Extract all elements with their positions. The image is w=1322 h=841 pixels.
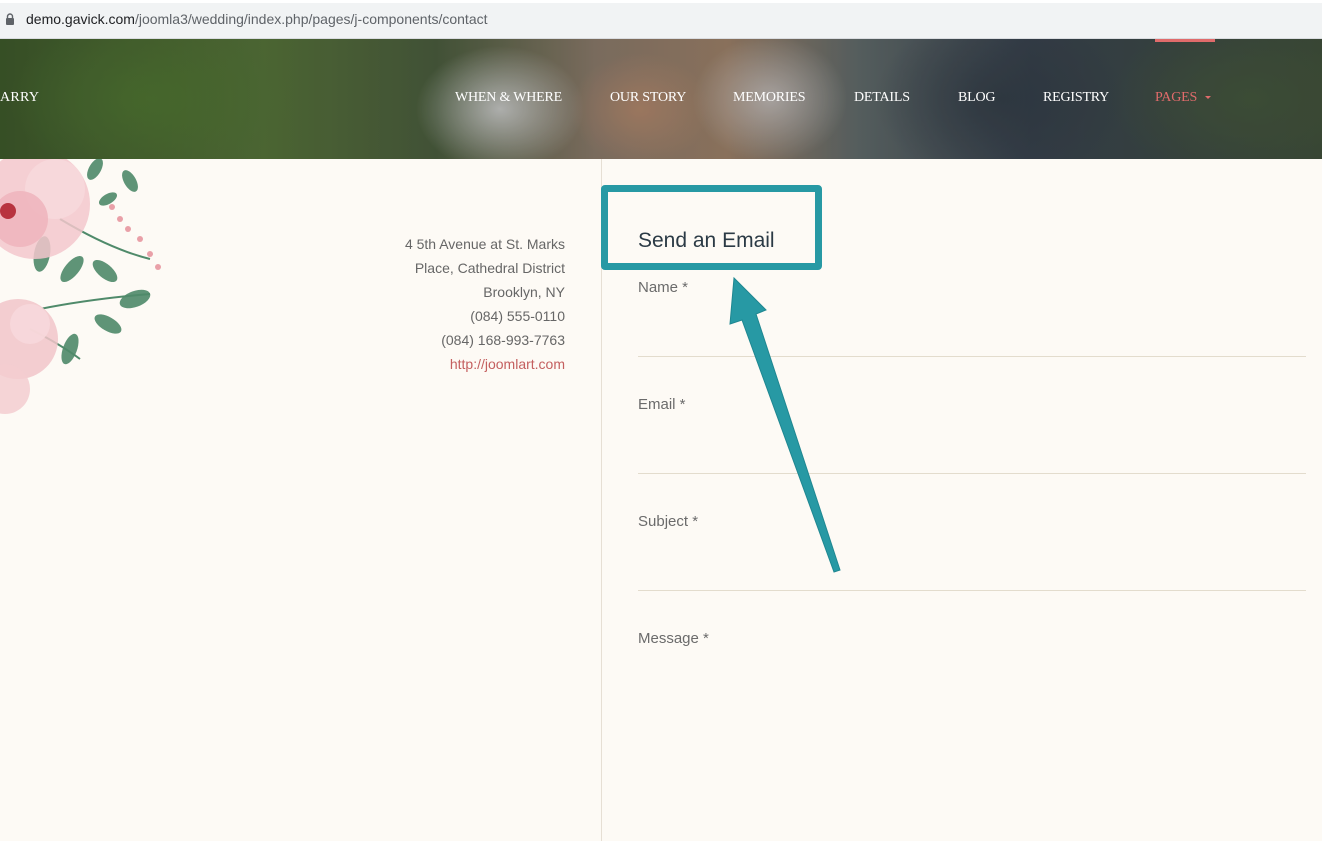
- nav-pages-label: PAGES: [1155, 90, 1198, 105]
- floral-decoration: [0, 159, 161, 414]
- address-line-1: 4 5th Avenue at St. Marks: [404, 236, 565, 252]
- nav-our-story[interactable]: OUR STORY: [610, 90, 686, 106]
- url-text[interactable]: demo.gavick.com/joomla3/wedding/index.ph…: [26, 11, 488, 27]
- phone-1: (084) 555-0110: [470, 308, 565, 324]
- nav-details[interactable]: DETAILS: [854, 90, 910, 106]
- annotation-arrow-icon: [729, 276, 841, 573]
- header-hero: ARRY WHEN & WHERE OUR STORY MEMORIES DET…: [0, 39, 1322, 159]
- tab-strip-edge: [0, 0, 1322, 3]
- message-label: Message *: [638, 630, 709, 647]
- website-link[interactable]: http://joomlart.com: [450, 356, 565, 372]
- lock-icon: [6, 13, 14, 25]
- nav-memories[interactable]: MEMORIES: [733, 90, 805, 106]
- nav-registry[interactable]: REGISTRY: [1043, 90, 1109, 106]
- subject-label: Subject *: [638, 513, 699, 530]
- url-host: demo.gavick.com: [26, 11, 135, 27]
- message-textarea[interactable]: [638, 660, 1306, 830]
- nav-blog[interactable]: BLOG: [958, 90, 996, 106]
- address-line-2: Place, Cathedral District: [414, 260, 565, 276]
- name-label: Name *: [638, 279, 689, 296]
- caret-down-icon: [1205, 96, 1212, 100]
- active-nav-marker: [1155, 39, 1215, 42]
- phone-2: (084) 168-993-7763: [441, 332, 565, 348]
- email-label: Email *: [638, 396, 686, 413]
- nav-pages[interactable]: PAGES: [1155, 90, 1212, 106]
- main-nav: WHEN & WHERE OUR STORY MEMORIES DETAILS …: [0, 90, 1322, 110]
- annotation-highlight-box: [601, 185, 822, 270]
- url-path: /joomla3/wedding/index.php/pages/j-compo…: [134, 11, 488, 27]
- contact-address: 4 5th Avenue at St. Marks Place, Cathedr…: [405, 232, 565, 376]
- address-city: Brooklyn, NY: [483, 284, 565, 300]
- browser-address-bar[interactable]: demo.gavick.com/joomla3/wedding/index.ph…: [0, 0, 1322, 39]
- nav-when-where[interactable]: WHEN & WHERE: [455, 90, 562, 106]
